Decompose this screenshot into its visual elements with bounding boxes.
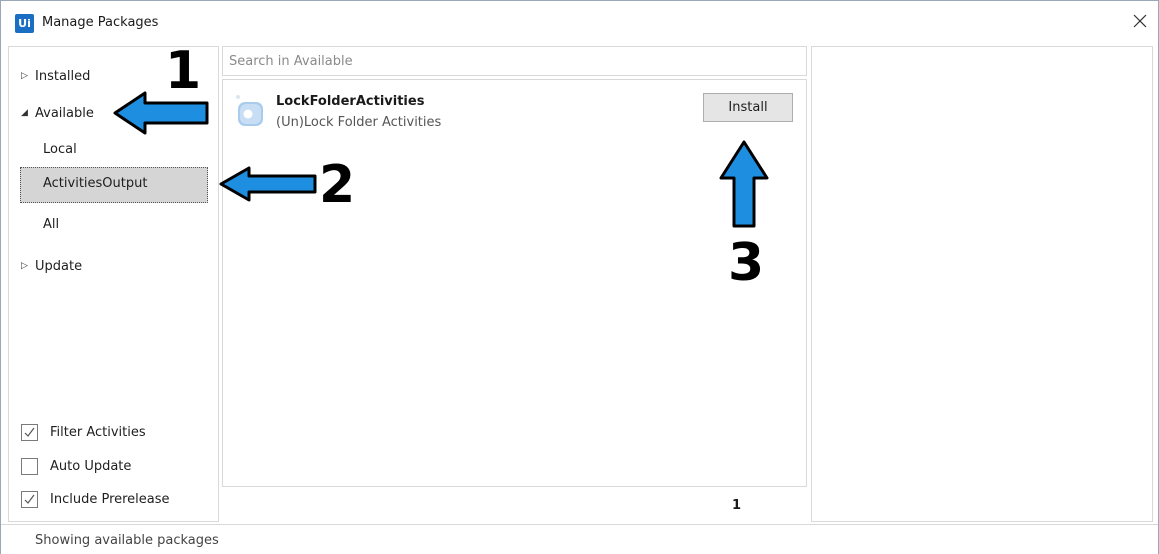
nav-item-installed-label: Installed <box>35 68 91 84</box>
up-arrow-icon <box>719 140 769 228</box>
annotation-step-3: 3 <box>728 233 765 293</box>
window-title: Manage Packages <box>42 15 159 30</box>
checkmark-icon <box>24 427 35 437</box>
left-arrow-icon <box>113 91 209 135</box>
close-icon <box>1133 14 1147 28</box>
nav-item-update[interactable]: ▷ Update <box>21 255 82 277</box>
auto-update-checkbox[interactable] <box>21 457 38 475</box>
package-details-panel <box>811 46 1153 522</box>
nav-item-available-label: Available <box>35 105 94 121</box>
search-input[interactable] <box>223 47 806 75</box>
install-button[interactable]: Install <box>703 93 793 122</box>
left-arrow-icon <box>219 166 317 202</box>
expand-right-icon: ▷ <box>21 71 28 81</box>
include-prerelease-option[interactable]: Include Prerelease <box>21 489 170 509</box>
nav-item-local[interactable]: Local <box>43 139 77 161</box>
package-description: (Un)Lock Folder Activities <box>276 115 442 130</box>
status-text: Showing available packages <box>35 533 219 548</box>
checkmark-icon <box>24 494 35 504</box>
uipath-logo-icon: Ui <box>15 14 34 33</box>
list-item[interactable]: LockFolderActivities (Un)Lock Folder Act… <box>223 80 806 142</box>
package-icon <box>235 94 265 128</box>
close-button[interactable] <box>1128 9 1152 33</box>
filter-activities-option[interactable]: Filter Activities <box>21 422 146 442</box>
search-box <box>222 46 807 76</box>
manage-packages-window: Ui Manage Packages ▷ Installed ◢ Availab… <box>0 0 1159 554</box>
nav-item-update-label: Update <box>35 258 83 274</box>
filter-activities-checkbox[interactable] <box>21 423 38 441</box>
nav-item-available[interactable]: ◢ Available <box>21 102 94 124</box>
nav-item-installed[interactable]: ▷ Installed <box>21 65 90 87</box>
auto-update-label: Auto Update <box>50 458 132 474</box>
nav-item-activities-output-label: ActivitiesOutput <box>43 176 148 191</box>
filter-activities-label: Filter Activities <box>50 424 146 440</box>
expand-right-icon: ▷ <box>21 261 28 271</box>
include-prerelease-checkbox[interactable] <box>21 490 38 508</box>
package-name: LockFolderActivities <box>276 94 425 109</box>
page-number[interactable]: 1 <box>732 498 741 513</box>
expanded-down-icon: ◢ <box>21 108 28 118</box>
title-bar: Ui Manage Packages <box>1 1 1158 45</box>
status-bar: Showing available packages <box>1 524 1158 554</box>
nav-item-activities-output[interactable]: ActivitiesOutput <box>20 167 208 203</box>
nav-item-all[interactable]: All <box>43 214 59 236</box>
auto-update-option[interactable]: Auto Update <box>21 456 131 476</box>
annotation-step-2: 2 <box>319 155 356 215</box>
include-prerelease-label: Include Prerelease <box>50 491 170 507</box>
